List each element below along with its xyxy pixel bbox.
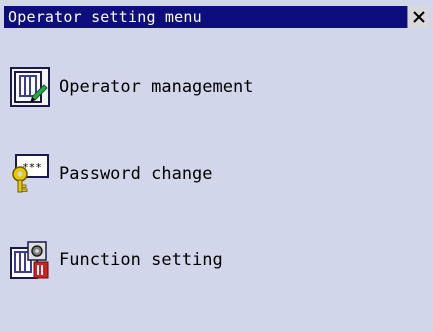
window-title: Operator setting menu bbox=[8, 8, 202, 26]
function-setting-label: Function setting bbox=[59, 250, 223, 270]
title-bar: Operator setting menu bbox=[4, 6, 429, 28]
key-password-icon: *** bbox=[12, 154, 49, 193]
operator-management-button[interactable]: Operator management bbox=[10, 67, 310, 107]
close-button[interactable] bbox=[407, 6, 429, 28]
operator-management-label: Operator management bbox=[59, 77, 254, 97]
function-setting-button[interactable]: Function setting bbox=[10, 240, 310, 280]
password-change-label: Password change bbox=[59, 164, 213, 184]
password-change-button[interactable]: *** Password change bbox=[10, 154, 310, 194]
operator-management-icon bbox=[10, 67, 50, 107]
operator-setting-window: Operator setting menu Operator managemen… bbox=[0, 0, 433, 332]
function-setting-icon bbox=[10, 241, 49, 279]
close-icon bbox=[413, 11, 425, 23]
